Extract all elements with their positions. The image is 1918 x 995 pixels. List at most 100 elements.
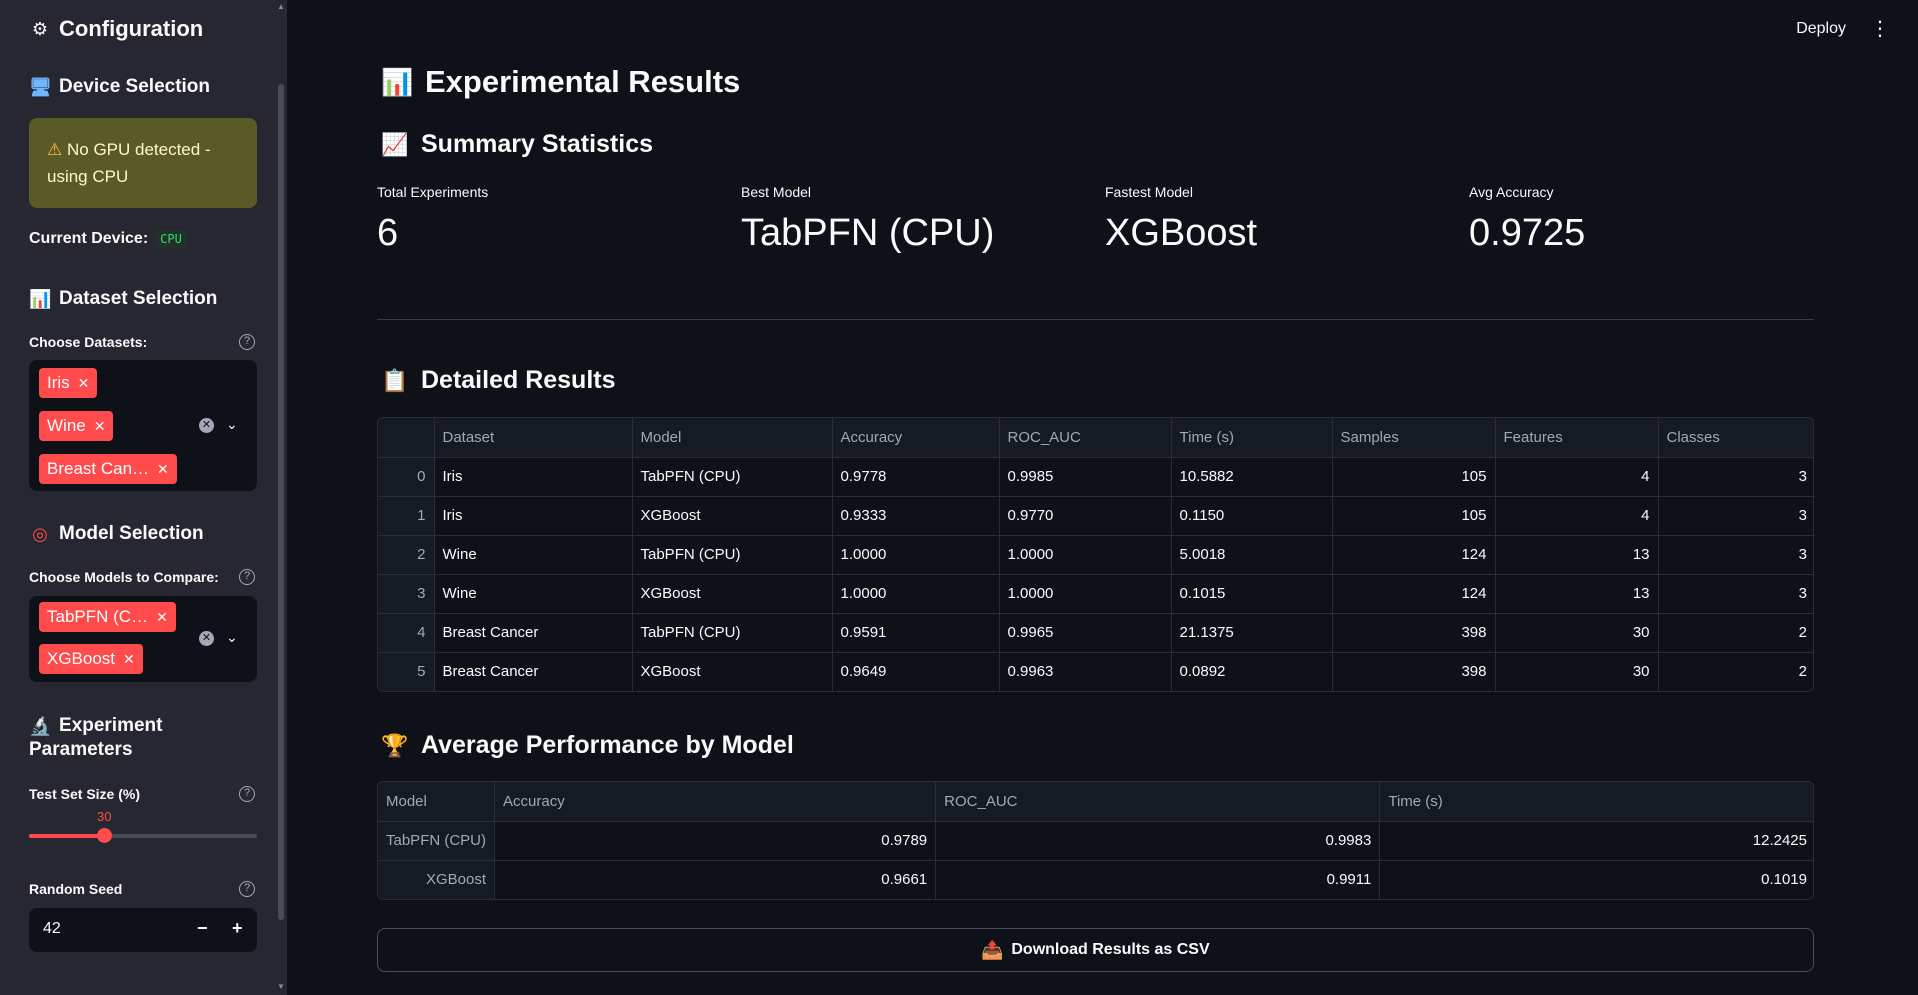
table-cell[interactable]: 3	[1658, 535, 1813, 575]
table-cell[interactable]: 3	[1658, 496, 1813, 536]
table-cell[interactable]: 0.9963	[999, 652, 1172, 691]
table-row[interactable]: TabPFN (CPU) 0.9789 0.9983 12.2425	[378, 821, 1813, 861]
table-cell[interactable]: 0.9333	[832, 496, 1000, 536]
deploy-button[interactable]: Deploy	[1796, 20, 1846, 38]
table-cell[interactable]: 0.1019	[1380, 860, 1813, 899]
row-index[interactable]: 1	[378, 496, 435, 536]
table-cell[interactable]: Breast Cancer	[434, 652, 633, 691]
table-cell[interactable]: 0.9965	[999, 613, 1172, 653]
table-row[interactable]: XGBoost 0.9661 0.9911 0.1019	[378, 860, 1813, 899]
table-cell[interactable]: 30	[1495, 613, 1659, 653]
seed-number-input[interactable]: 42 − +	[29, 908, 257, 952]
increment-button[interactable]: +	[232, 918, 243, 939]
download-csv-button[interactable]: 📤 Download Results as CSV	[377, 928, 1814, 972]
table-cell[interactable]: 3	[1658, 457, 1813, 497]
table-cell[interactable]: 1.0000	[832, 535, 1000, 575]
table-row[interactable]: 5 Breast Cancer XGBoost 0.9649 0.9963 0.0892 3…	[378, 652, 1813, 691]
model-tag[interactable]: TabPFN (C… ✕	[39, 602, 176, 632]
table-cell[interactable]: Breast Cancer	[434, 613, 633, 653]
clear-all-icon[interactable]: ✕	[199, 631, 214, 646]
table-cell[interactable]: 124	[1332, 574, 1496, 614]
table-cell[interactable]: 0.1015	[1171, 574, 1333, 614]
table-cell[interactable]: 0.9661	[494, 860, 937, 899]
scroll-down-icon[interactable]: ▼	[277, 982, 285, 991]
table-cell[interactable]: XGBoost	[632, 652, 833, 691]
column-header[interactable]: Time (s)	[1171, 418, 1333, 458]
table-row[interactable]: 1 Iris XGBoost 0.9333 0.9770 0.1150 105 4 3	[378, 496, 1813, 536]
table-cell[interactable]: Iris	[434, 496, 633, 536]
help-icon[interactable]: ?	[239, 881, 255, 897]
table-cell[interactable]: 0.9770	[999, 496, 1172, 536]
help-icon[interactable]: ?	[239, 334, 255, 350]
column-header[interactable]: Model	[632, 418, 833, 458]
table-cell[interactable]: XGBoost	[632, 496, 833, 536]
column-header[interactable]: ROC_AUC	[999, 418, 1172, 458]
table-cell[interactable]: XGBoost	[632, 574, 833, 614]
column-header[interactable]: Samples	[1332, 418, 1496, 458]
remove-tag-icon[interactable]: ✕	[123, 651, 135, 667]
table-cell[interactable]: 1.0000	[999, 574, 1172, 614]
table-cell[interactable]: 2	[1658, 652, 1813, 691]
table-cell[interactable]: 398	[1332, 652, 1496, 691]
column-header[interactable]: Time (s)	[1379, 782, 1813, 822]
column-header[interactable]: ROC_AUC	[935, 782, 1381, 822]
table-cell[interactable]: Wine	[434, 574, 633, 614]
column-header[interactable]	[378, 418, 435, 458]
remove-tag-icon[interactable]: ✕	[78, 375, 90, 391]
seed-value[interactable]: 42	[43, 920, 61, 938]
column-header[interactable]: Features	[1495, 418, 1659, 458]
table-cell[interactable]: TabPFN (CPU)	[632, 535, 833, 575]
table-row[interactable]: 2 Wine TabPFN (CPU) 1.0000 1.0000 5.0018 124 13…	[378, 535, 1813, 575]
table-row[interactable]: 4 Breast Cancer TabPFN (CPU) 0.9591 0.9965 21…	[378, 613, 1813, 653]
detailed-results-table[interactable]: Dataset Model Accuracy ROC_AUC Time (s) …	[377, 417, 1814, 692]
chevron-down-icon[interactable]: ⌄	[226, 629, 238, 646]
scroll-up-icon[interactable]: ▲	[277, 2, 285, 11]
table-cell[interactable]: 105	[1332, 496, 1496, 536]
row-index[interactable]: XGBoost	[378, 860, 496, 899]
table-cell[interactable]: 0.9778	[832, 457, 1000, 497]
table-cell[interactable]: 4	[1495, 457, 1659, 497]
table-cell[interactable]: TabPFN (CPU)	[632, 613, 833, 653]
column-header[interactable]: Accuracy	[832, 418, 1000, 458]
column-header[interactable]: Model	[378, 782, 496, 822]
table-cell[interactable]: 0.9983	[935, 821, 1381, 861]
table-cell[interactable]: 398	[1332, 613, 1496, 653]
table-row[interactable]: 3 Wine XGBoost 1.0000 1.0000 0.1015 124 13 3	[378, 574, 1813, 614]
scrollbar-thumb[interactable]	[278, 84, 284, 920]
help-icon[interactable]: ?	[239, 786, 255, 802]
table-cell[interactable]: Iris	[434, 457, 633, 497]
table-row[interactable]: 0 Iris TabPFN (CPU) 0.9778 0.9985 10.5882 105 4…	[378, 457, 1813, 497]
dataset-tag[interactable]: Wine ✕	[39, 411, 114, 441]
model-multiselect[interactable]: TabPFN (C… ✕ XGBoost ✕ ✕ ⌄	[29, 596, 257, 682]
clear-all-icon[interactable]: ✕	[199, 418, 214, 433]
column-header[interactable]: Accuracy	[494, 782, 937, 822]
remove-tag-icon[interactable]: ✕	[156, 609, 168, 625]
row-index[interactable]: 2	[378, 535, 435, 575]
model-tag[interactable]: XGBoost ✕	[39, 644, 143, 674]
row-index[interactable]: 4	[378, 613, 435, 653]
table-cell[interactable]: 3	[1658, 574, 1813, 614]
column-header[interactable]: Dataset	[434, 418, 633, 458]
table-cell[interactable]: 2	[1658, 613, 1813, 653]
table-cell[interactable]: 21.1375	[1171, 613, 1333, 653]
dataset-tag[interactable]: Iris ✕	[39, 368, 98, 398]
table-cell[interactable]: Wine	[434, 535, 633, 575]
row-index[interactable]: 3	[378, 574, 435, 614]
table-cell[interactable]: 4	[1495, 496, 1659, 536]
test-size-slider[interactable]	[29, 834, 257, 838]
chevron-down-icon[interactable]: ⌄	[226, 416, 238, 433]
slider-handle[interactable]	[97, 828, 113, 843]
row-index[interactable]: TabPFN (CPU)	[378, 821, 496, 861]
table-cell[interactable]: 30	[1495, 652, 1659, 691]
more-menu-icon[interactable]: ⋮	[1870, 19, 1890, 39]
table-cell[interactable]: 1.0000	[999, 535, 1172, 575]
table-cell[interactable]: 0.9911	[935, 860, 1381, 899]
remove-tag-icon[interactable]: ✕	[94, 418, 106, 434]
dataset-multiselect[interactable]: Iris ✕ Wine ✕ Breast Can… ✕ ✕ ⌄	[29, 360, 257, 491]
table-cell[interactable]: 0.9789	[494, 821, 937, 861]
table-cell[interactable]: TabPFN (CPU)	[632, 457, 833, 497]
dataset-tag[interactable]: Breast Can… ✕	[39, 454, 177, 484]
table-cell[interactable]: 0.9591	[832, 613, 1000, 653]
table-cell[interactable]: 13	[1495, 574, 1659, 614]
table-cell[interactable]: 13	[1495, 535, 1659, 575]
